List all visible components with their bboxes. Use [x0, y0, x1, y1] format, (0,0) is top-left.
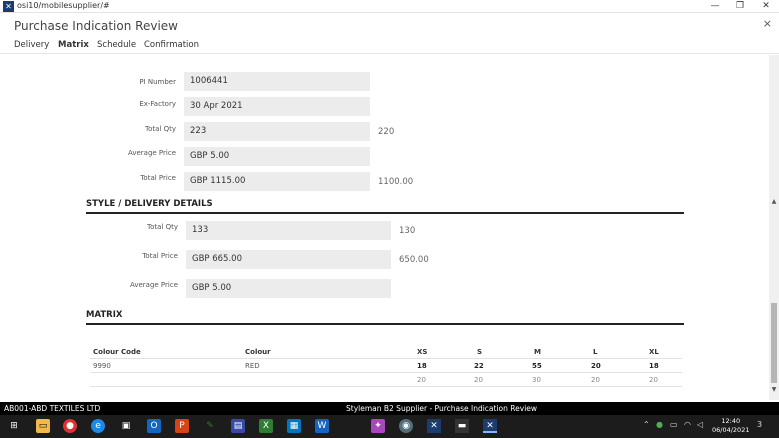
- table-row: 20 20 30 20 20: [90, 373, 682, 387]
- windows-start-icon[interactable]: ⊞: [7, 419, 21, 433]
- scroll-down-icon[interactable]: ▼: [769, 386, 779, 394]
- status-bar: AB001-ABD TEXTILES LTD Styleman B2 Suppl…: [0, 402, 779, 415]
- wifi-icon[interactable]: ◠: [684, 420, 691, 429]
- tray-app-icon[interactable]: ●: [656, 420, 663, 429]
- qty-xs[interactable]: 18: [417, 362, 427, 370]
- tab-bar: Delivery Matrix Schedule Confirmation: [0, 38, 779, 54]
- sd-average-price-label: Average Price: [129, 281, 178, 289]
- ref-xl: 20: [649, 376, 658, 384]
- vertical-scrollbar[interactable]: ▲ ▼: [769, 55, 779, 400]
- styleman-icon[interactable]: ✕: [427, 419, 441, 433]
- col-size-m: M: [534, 348, 541, 356]
- app-icon: ✕: [3, 1, 14, 12]
- total-qty-label: Total Qty: [145, 125, 176, 133]
- pi-number-field: 1006441: [184, 72, 370, 91]
- ref-xs: 20: [417, 376, 426, 384]
- sd-total-qty-extra: 130: [399, 226, 416, 236]
- minimize-button[interactable]: —: [702, 0, 728, 13]
- sd-total-price-label: Total Price: [142, 252, 178, 260]
- qty-l[interactable]: 20: [591, 362, 601, 370]
- chrome-icon[interactable]: ●: [63, 419, 77, 433]
- col-size-l: L: [593, 348, 598, 356]
- store-icon[interactable]: ▣: [119, 419, 133, 433]
- scrollbar-thumb[interactable]: [771, 303, 777, 383]
- col-size-xl: XL: [649, 348, 659, 356]
- qty-s[interactable]: 22: [474, 362, 484, 370]
- page-header: Purchase Indication Review ×: [0, 14, 779, 38]
- notification-count: 3: [757, 420, 763, 429]
- browser-icon[interactable]: ◉: [399, 419, 413, 433]
- ref-l: 20: [591, 376, 600, 384]
- ex-factory-field: 30 Apr 2021: [184, 97, 370, 116]
- styleman-active-icon[interactable]: ✕: [483, 419, 497, 433]
- sd-total-price-extra: 650.00: [399, 255, 429, 265]
- tab-delivery[interactable]: Delivery: [14, 40, 49, 50]
- matrix-heading: MATRIX: [86, 310, 684, 325]
- ref-s: 20: [474, 376, 483, 384]
- window-titlebar: ✕ osi10/mobilesupplier/# — ❐ ✕: [0, 0, 779, 13]
- edge-icon[interactable]: e: [91, 419, 105, 433]
- sd-total-qty-label: Total Qty: [147, 223, 178, 231]
- matrix-header-row: Colour Code Colour XS S M L XL: [90, 345, 682, 359]
- clock-time: 12:40: [721, 417, 741, 425]
- terminal-icon[interactable]: ▬: [455, 419, 469, 433]
- file-explorer-icon[interactable]: ▭: [36, 419, 50, 433]
- outlook-icon[interactable]: O: [147, 419, 161, 433]
- tab-confirmation[interactable]: Confirmation: [144, 40, 199, 50]
- tab-matrix[interactable]: Matrix: [58, 40, 89, 50]
- clock-date: 06/04/2021: [712, 426, 750, 434]
- total-price-extra: 1100.00: [378, 177, 414, 187]
- col-colour: Colour: [245, 348, 271, 356]
- main-content: PI Number 1006441 Ex-Factory 30 Apr 2021…: [0, 55, 769, 400]
- qty-m[interactable]: 55: [532, 362, 542, 370]
- word-icon[interactable]: W: [315, 419, 329, 433]
- style-delivery-heading: STYLE / DELIVERY DETAILS: [86, 199, 684, 214]
- total-price-label: Total Price: [140, 174, 176, 182]
- colour-code-cell: 9990: [93, 362, 111, 370]
- remote-desktop-icon[interactable]: ▤: [231, 419, 245, 433]
- total-price-field: GBP 1115.00: [184, 172, 370, 191]
- app-status-title: Styleman B2 Supplier - Purchase Indicati…: [346, 404, 538, 413]
- sd-total-price-field: GBP 665.00: [186, 250, 391, 269]
- taskbar: ⊞ ▭ ● e ▣ O P ✎ ▤ X ▦ W ✦ ◉ ✕ ▬ ✕ ⌃ ● ▭ …: [0, 415, 779, 438]
- total-qty-field: 223: [184, 122, 370, 141]
- pi-number-label: PI Number: [139, 78, 176, 86]
- total-qty-extra: 220: [378, 127, 395, 137]
- tab-schedule[interactable]: Schedule: [97, 40, 136, 50]
- sd-total-qty-field: 133: [186, 221, 391, 240]
- monitor-icon[interactable]: ▦: [287, 419, 301, 433]
- scroll-up-icon[interactable]: ▲: [769, 198, 779, 206]
- col-size-s: S: [477, 348, 483, 356]
- excel-icon[interactable]: X: [259, 419, 273, 433]
- colour-cell: RED: [245, 362, 260, 370]
- col-colour-code: Colour Code: [93, 348, 141, 356]
- restore-button[interactable]: ❐: [727, 0, 753, 13]
- pen-icon[interactable]: ✎: [203, 419, 217, 433]
- notification-icon[interactable]: 3: [757, 420, 762, 429]
- company-label: AB001-ABD TEXTILES LTD: [4, 404, 101, 413]
- window-title: osi10/mobilesupplier/#: [17, 1, 110, 10]
- average-price-field: GBP 5.00: [184, 147, 370, 166]
- sd-average-price-field: GBP 5.00: [186, 279, 391, 298]
- taskbar-clock[interactable]: 12:40 06/04/2021: [712, 417, 749, 435]
- notes-icon[interactable]: ✦: [371, 419, 385, 433]
- qty-xl[interactable]: 18: [649, 362, 659, 370]
- close-icon[interactable]: ×: [763, 17, 772, 30]
- ref-m: 30: [532, 376, 541, 384]
- tray-chevron-icon[interactable]: ⌃: [643, 420, 650, 429]
- col-size-xs: XS: [417, 348, 428, 356]
- ex-factory-label: Ex-Factory: [139, 100, 176, 108]
- average-price-label: Average Price: [127, 149, 176, 157]
- volume-icon[interactable]: ◁: [697, 420, 703, 429]
- powerpoint-icon[interactable]: P: [175, 419, 189, 433]
- page-title: Purchase Indication Review: [14, 19, 178, 33]
- battery-icon[interactable]: ▭: [670, 420, 678, 429]
- window-close-button[interactable]: ✕: [753, 0, 779, 13]
- table-row: 9990 RED 18 22 55 20 18: [90, 359, 682, 373]
- matrix-table: Colour Code Colour XS S M L XL 9990 RED …: [90, 345, 682, 387]
